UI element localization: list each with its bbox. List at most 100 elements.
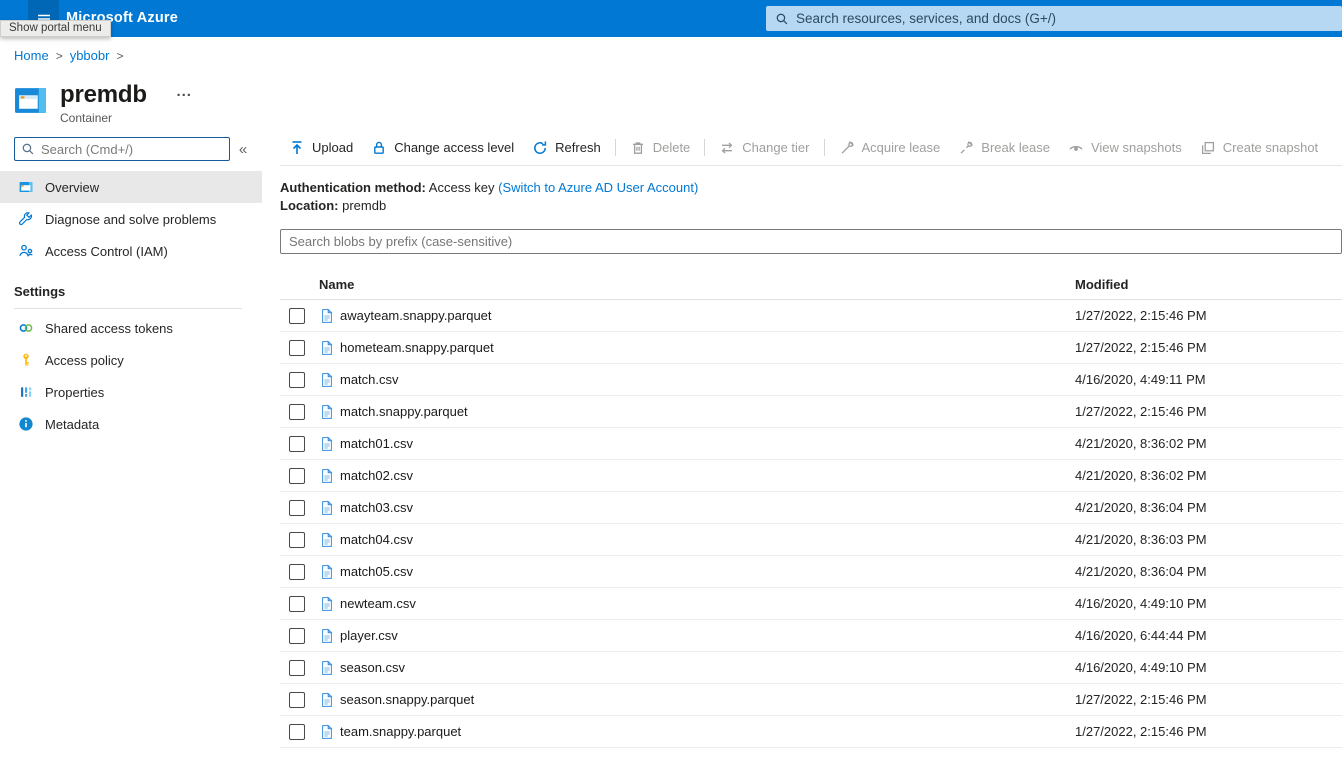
blob-name-link[interactable]: match03.csv <box>340 500 1075 515</box>
toolbar-divider <box>704 139 705 156</box>
row-checkbox[interactable] <box>289 692 305 708</box>
file-icon <box>319 308 340 324</box>
blob-name-link[interactable]: hometeam.snappy.parquet <box>340 340 1075 355</box>
file-icon <box>319 596 340 612</box>
breadcrumb-separator: > <box>116 49 123 63</box>
blob-name-link[interactable]: match02.csv <box>340 468 1075 483</box>
global-search-input[interactable] <box>796 11 1333 26</box>
auth-method-label: Authentication method: <box>280 180 426 195</box>
eye-icon <box>1068 140 1084 156</box>
swap-arrows-icon <box>719 140 735 156</box>
sidebar-search[interactable] <box>14 137 230 161</box>
auth-method-value: Access key <box>429 180 495 195</box>
sidebar-item-access-control-iam[interactable]: Access Control (IAM) <box>0 235 262 267</box>
row-checkbox[interactable] <box>289 468 305 484</box>
upload-button[interactable]: Upload <box>280 134 362 162</box>
file-icon <box>319 500 340 516</box>
breadcrumb-account-link[interactable]: ybbobr <box>70 48 110 63</box>
more-options-button[interactable]: ... <box>176 83 192 100</box>
global-search[interactable] <box>766 6 1342 31</box>
sidebar-item-diagnose-and-solve-problems[interactable]: Diagnose and solve problems <box>0 203 262 235</box>
row-checkbox[interactable] <box>289 436 305 452</box>
blob-table: Name Modified awayteam.snappy.parquet1/2… <box>280 270 1342 748</box>
sidebar-item-properties[interactable]: Properties <box>0 376 262 408</box>
top-bar: Microsoft Azure <box>0 0 1342 37</box>
button-label: Upload <box>312 140 353 155</box>
sidebar-item-label: Overview <box>45 180 99 195</box>
blob-name-link[interactable]: newteam.csv <box>340 596 1075 611</box>
row-checkbox[interactable] <box>289 308 305 324</box>
delete-button[interactable]: Delete <box>621 134 700 162</box>
blob-name-link[interactable]: player.csv <box>340 628 1075 643</box>
row-checkbox[interactable] <box>289 372 305 388</box>
row-checkbox[interactable] <box>289 724 305 740</box>
break-lease-button[interactable]: Break lease <box>949 134 1059 162</box>
blob-name-link[interactable]: match.csv <box>340 372 1075 387</box>
blob-name-link[interactable]: match.snappy.parquet <box>340 404 1075 419</box>
blob-name-link[interactable]: team.snappy.parquet <box>340 724 1075 739</box>
blob-modified: 4/21/2020, 8:36:02 PM <box>1075 468 1342 483</box>
file-icon <box>319 436 340 452</box>
link-rings-icon <box>18 320 34 336</box>
sidebar-item-overview[interactable]: Overview <box>0 171 262 203</box>
row-checkbox[interactable] <box>289 404 305 420</box>
blob-name-link[interactable]: match01.csv <box>340 436 1075 451</box>
blob-prefix-search-input[interactable] <box>280 229 1342 254</box>
row-checkbox[interactable] <box>289 532 305 548</box>
row-checkbox[interactable] <box>289 596 305 612</box>
row-checkbox[interactable] <box>289 628 305 644</box>
blob-name-link[interactable]: season.csv <box>340 660 1075 675</box>
table-row: match.snappy.parquet1/27/2022, 2:15:46 P… <box>280 396 1342 428</box>
page-title: premdb <box>60 82 147 108</box>
button-label: Delete <box>653 140 691 155</box>
create-snapshot-button[interactable]: Create snapshot <box>1191 134 1327 162</box>
switch-auth-link[interactable]: (Switch to Azure AD User Account) <box>498 180 698 195</box>
table-row: hometeam.snappy.parquet1/27/2022, 2:15:4… <box>280 332 1342 364</box>
blob-name-link[interactable]: awayteam.snappy.parquet <box>340 308 1075 323</box>
row-checkbox[interactable] <box>289 564 305 580</box>
change-access-level-button[interactable]: Change access level <box>362 134 523 162</box>
refresh-button[interactable]: Refresh <box>523 134 610 162</box>
file-icon <box>319 724 340 740</box>
upload-icon <box>289 140 305 156</box>
blob-name-link[interactable]: match04.csv <box>340 532 1075 547</box>
blob-modified: 1/27/2022, 2:15:46 PM <box>1075 340 1342 355</box>
row-checkbox[interactable] <box>289 500 305 516</box>
sidebar-item-access-policy[interactable]: Access policy <box>0 344 262 376</box>
acquire-lease-button[interactable]: Acquire lease <box>830 134 950 162</box>
bars-icon <box>18 384 34 400</box>
file-icon <box>319 660 340 676</box>
breadcrumb-home-link[interactable]: Home <box>14 48 49 63</box>
sidebar-nav: Overview Diagnose and solve problems Acces… <box>0 171 262 267</box>
button-label: Create snapshot <box>1223 140 1318 155</box>
key-icon <box>18 352 34 368</box>
info-icon <box>18 416 34 432</box>
file-icon <box>319 340 340 356</box>
row-checkbox[interactable] <box>289 340 305 356</box>
row-checkbox[interactable] <box>289 660 305 676</box>
blob-modified: 4/21/2020, 8:36:04 PM <box>1075 564 1342 579</box>
blob-modified: 4/16/2020, 4:49:10 PM <box>1075 596 1342 611</box>
info-block: Authentication method: Access key (Switc… <box>280 179 1342 214</box>
file-icon <box>319 628 340 644</box>
sidebar-item-label: Diagnose and solve problems <box>45 212 216 227</box>
container-icon <box>18 179 34 195</box>
table-body: awayteam.snappy.parquet 1/27/2022, 2:15:4… <box>280 300 1342 748</box>
sidebar-search-input[interactable] <box>41 142 223 157</box>
button-label: Refresh <box>555 140 601 155</box>
sidebar-settings-nav: Shared access tokensAccess policyPropert… <box>0 312 262 440</box>
table-row: season.csv4/16/2020, 4:49:10 PM <box>280 652 1342 684</box>
main-content: Upload Change access level Refresh Delete Ch… <box>262 130 1342 784</box>
portal-menu-tooltip: Show portal menu <box>0 20 111 37</box>
sidebar-item-label: Metadata <box>45 417 99 432</box>
person-icon <box>18 243 34 259</box>
change-tier-button[interactable]: Change tier <box>710 134 818 162</box>
button-label: Break lease <box>981 140 1050 155</box>
sidebar-item-shared-access-tokens[interactable]: Shared access tokens <box>0 312 262 344</box>
blob-name-link[interactable]: match05.csv <box>340 564 1075 579</box>
view-snapshots-button[interactable]: View snapshots <box>1059 134 1191 162</box>
sidebar-item-metadata[interactable]: Metadata <box>0 408 262 440</box>
blob-name-link[interactable]: season.snappy.parquet <box>340 692 1075 707</box>
sidebar-collapse-button[interactable]: « <box>230 141 256 158</box>
column-header-modified: Modified <box>1075 277 1342 292</box>
